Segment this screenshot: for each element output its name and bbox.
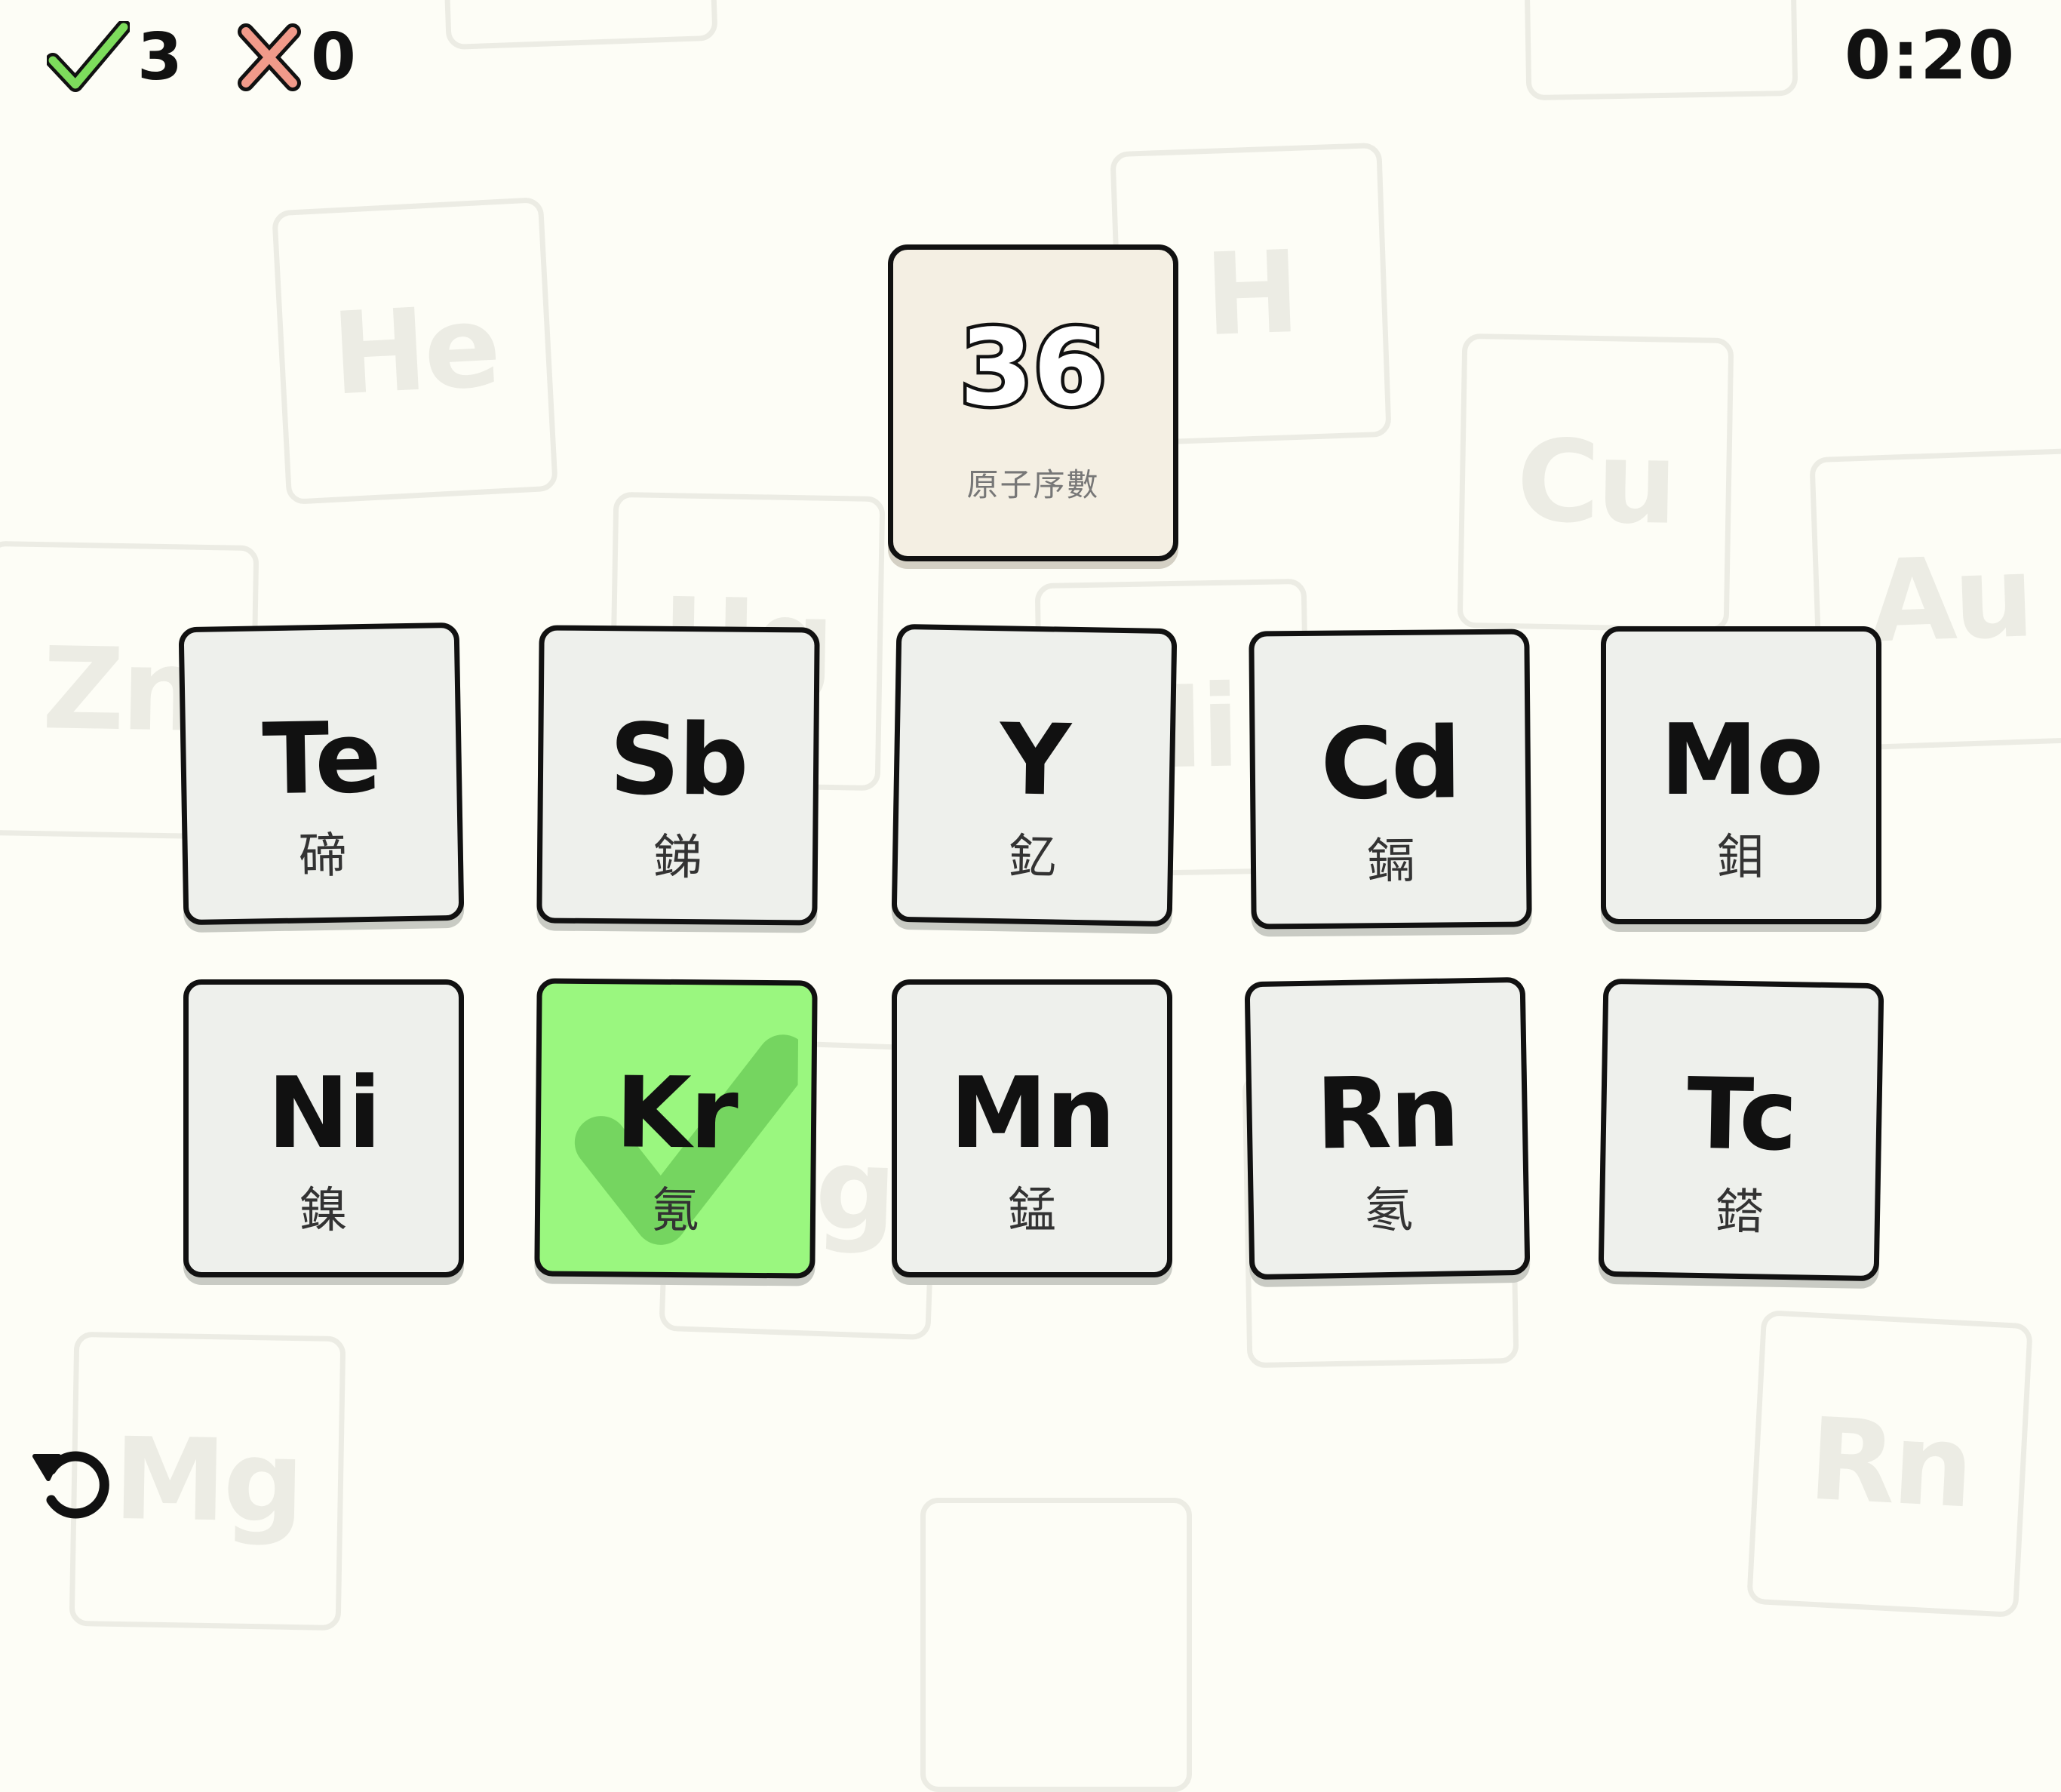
element-name: 釔 — [1008, 829, 1058, 887]
element-name: 錳 — [1008, 1183, 1056, 1239]
correct-score: 3 — [47, 21, 183, 94]
bg-tile: Cu — [1457, 333, 1734, 633]
element-tile-cd[interactable]: Cd 鎘 — [1249, 629, 1532, 930]
element-tile-mo[interactable]: Mo 鉬 — [1601, 626, 1881, 924]
wrong-score: 0 — [235, 21, 356, 94]
element-symbol: Mn — [950, 1056, 1116, 1170]
element-tile-rn[interactable]: Rn 氡 — [1244, 976, 1531, 1280]
bg-tile — [920, 1498, 1192, 1792]
element-tile-ni[interactable]: Ni 鎳 — [183, 979, 464, 1277]
atomic-number: 36 — [957, 307, 1110, 430]
element-name: 銻 — [653, 829, 702, 887]
element-tile-mn[interactable]: Mn 錳 — [892, 979, 1172, 1277]
bg-tile — [436, 0, 718, 51]
element-tile-sb[interactable]: Sb 銻 — [536, 625, 820, 926]
bg-tile-symbol: He — [328, 281, 502, 421]
bg-tile-symbol: Cu — [1516, 416, 1676, 550]
element-name: 氡 — [1364, 1182, 1414, 1240]
element-symbol: Te — [261, 699, 381, 817]
cross-icon — [235, 21, 303, 94]
element-symbol: Tc — [1685, 1056, 1797, 1173]
element-name: 碲 — [298, 828, 348, 885]
element-symbol: Sb — [609, 702, 748, 818]
element-name: 鉬 — [1717, 830, 1765, 886]
wrong-count: 0 — [311, 20, 356, 95]
question-card: 36 原子序數 — [888, 244, 1178, 561]
bg-tile: He — [272, 196, 558, 506]
element-symbol: Mo — [1660, 702, 1824, 817]
bg-tile: Rn — [1746, 1309, 2033, 1618]
element-tile-te[interactable]: Te 碲 — [178, 622, 465, 926]
correct-count: 3 — [137, 20, 183, 95]
element-name: 鎳 — [299, 1183, 348, 1239]
element-tile-kr[interactable]: Kr 氪 — [534, 978, 818, 1279]
bg-tile — [1521, 0, 1798, 101]
element-symbol: Ni — [267, 1056, 381, 1170]
atomic-number-label: 原子序數 — [966, 466, 1100, 503]
element-name: 鎘 — [1366, 833, 1416, 890]
element-symbol: Rn — [1315, 1054, 1460, 1172]
element-name: 氪 — [650, 1182, 700, 1240]
bg-tile-symbol: Rn — [1805, 1394, 1974, 1534]
bg-tile-symbol: Au — [1866, 531, 2034, 669]
bg-tile-symbol: Zn — [41, 623, 201, 758]
bg-tile-symbol: Mg — [112, 1413, 303, 1549]
element-tile-y[interactable]: Y 釔 — [891, 623, 1178, 927]
element-name: 鎝 — [1715, 1184, 1765, 1241]
restart-button[interactable] — [29, 1440, 112, 1523]
element-tile-tc[interactable]: Tc 鎝 — [1598, 978, 1884, 1282]
bg-tile-symbol: H — [1203, 226, 1299, 362]
element-symbol: Y — [998, 702, 1070, 818]
element-symbol: Kr — [615, 1055, 738, 1171]
element-symbol: Cd — [1319, 705, 1461, 822]
restart-icon — [32, 1451, 109, 1519]
timer: 0:20 — [1844, 17, 2016, 94]
check-icon — [47, 21, 130, 94]
